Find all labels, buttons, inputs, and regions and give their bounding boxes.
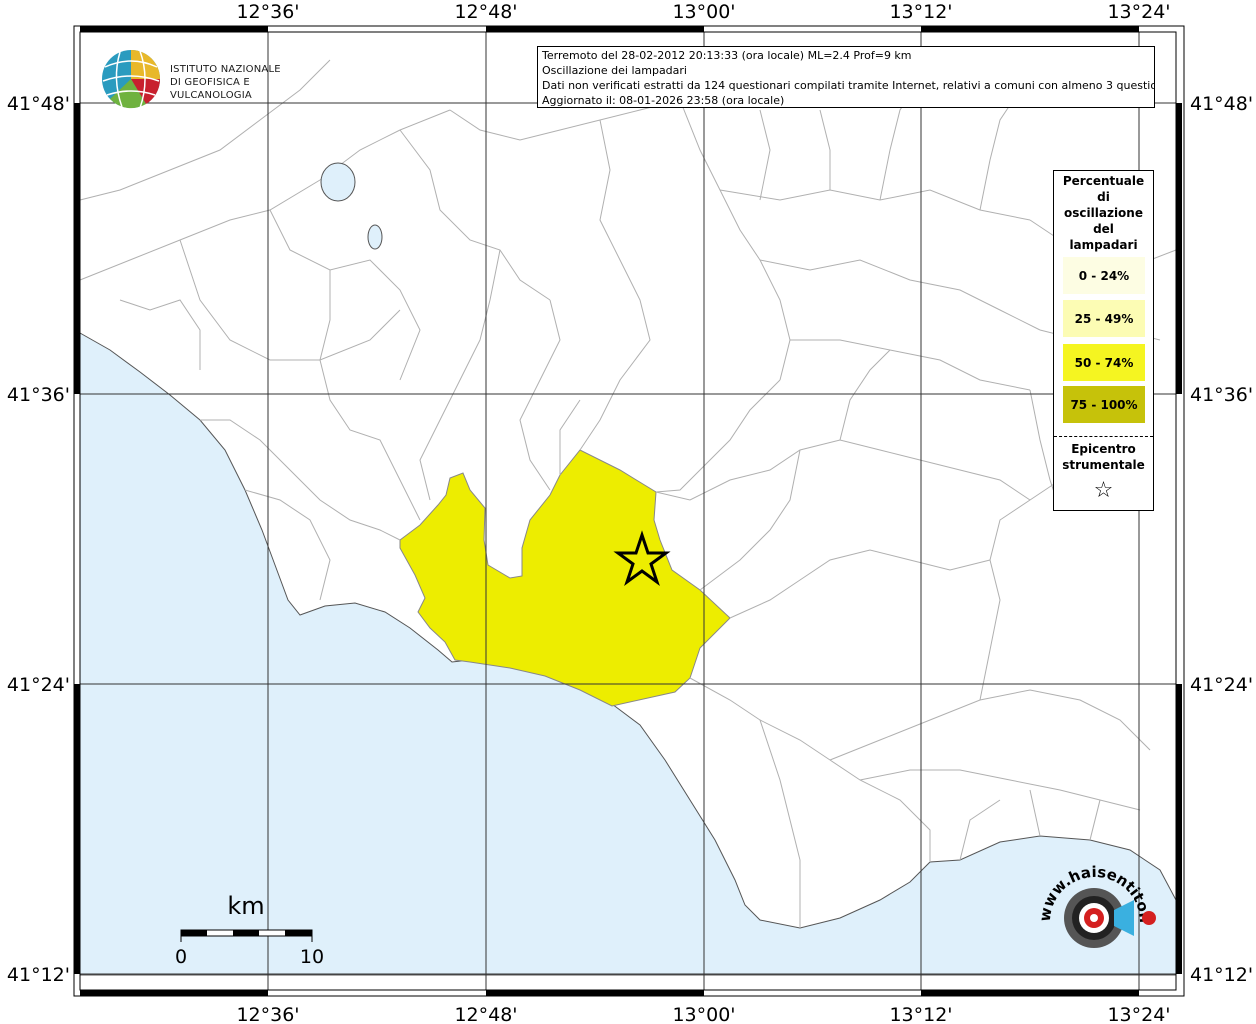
lat-tick-right: 41°36' — [1190, 384, 1253, 406]
event-info-box: Terremoto del 28-02-2012 20:13:33 (ora l… — [537, 46, 1155, 108]
lat-tick-left: 41°24' — [7, 674, 70, 696]
hai-sentito-logo: www.haisentitoilterremoto.it — [1030, 860, 1156, 948]
lon-tick-top: 13°12' — [889, 1, 952, 23]
lat-tick-right: 41°24' — [1190, 674, 1253, 696]
lat-tick-right: 41°48' — [1190, 93, 1253, 115]
scale-max-label: 10 — [300, 946, 324, 968]
legend-swatch: 75 - 100% — [1063, 386, 1145, 423]
lon-tick-bottom: 13°24' — [1107, 1004, 1170, 1024]
scale-min-label: 0 — [175, 946, 187, 968]
lat-tick-left: 41°48' — [7, 93, 70, 115]
parameter-line: Oscillazione dei lampadari — [542, 64, 687, 77]
lat-tick-left: 41°12' — [7, 964, 70, 986]
ingv-logo-text: ISTITUTO NAZIONALE DI GEOFISICA E VULCAN… — [170, 63, 330, 102]
legend-swatch: 25 - 49% — [1063, 300, 1145, 337]
lon-tick-bottom: 13°00' — [672, 1004, 735, 1024]
lake-martignano — [367, 224, 383, 250]
epicenter-legend-star-icon: ☆ — [1093, 478, 1114, 503]
logo-line-1: ISTITUTO NAZIONALE — [170, 64, 281, 75]
legend-swatch: 0 - 24% — [1063, 257, 1145, 294]
ingv-logo: ISTITUTO NAZIONALE DI GEOFISICA E VULCAN… — [100, 47, 330, 111]
lat-tick-right: 41°12' — [1190, 964, 1253, 986]
lat-tick-left: 41°36' — [7, 384, 70, 406]
epicenter-label: Epicentro strumentale — [1062, 442, 1145, 472]
legend-title: Percentuale di oscillazione del lampadar… — [1062, 174, 1145, 252]
legend-swatch: 50 - 74% — [1063, 344, 1145, 381]
lon-tick-top: 13°00' — [672, 1, 735, 23]
lon-tick-top: 12°36' — [236, 1, 299, 23]
lon-tick-bottom: 13°12' — [889, 1004, 952, 1024]
scale-bar: km 0 10 — [175, 892, 324, 968]
legend: Percentuale di oscillazione del lampadar… — [1053, 170, 1154, 511]
event-line: Terremoto del 28-02-2012 20:13:33 (ora l… — [542, 49, 912, 62]
lon-tick-top: 13°24' — [1107, 1, 1170, 23]
ingv-globe-icon — [102, 50, 161, 109]
lake-bracciano — [320, 162, 356, 202]
scale-unit: km — [227, 892, 264, 920]
legend-separator — [1054, 436, 1153, 437]
lon-tick-bottom: 12°36' — [236, 1004, 299, 1024]
lon-tick-bottom: 12°48' — [454, 1004, 517, 1024]
disclaimer-line: Dati non verificati estratti da 124 ques… — [542, 79, 1155, 92]
logo-line-2: DI GEOFISICA E VULCANOLOGIA — [170, 77, 252, 101]
updated-line: Aggiornato il: 08-01-2026 23:58 (ora loc… — [542, 94, 785, 107]
lon-tick-top: 12°48' — [454, 1, 517, 23]
